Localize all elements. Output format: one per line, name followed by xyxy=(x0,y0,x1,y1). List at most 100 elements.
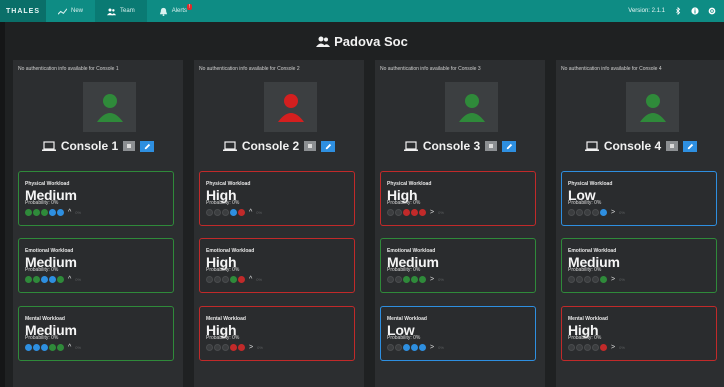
workload-probability: Probability: 0% xyxy=(25,335,59,341)
nav-item-label: Team xyxy=(120,8,135,14)
console-stop-button[interactable] xyxy=(666,141,679,151)
workload-probability: Probability: 0% xyxy=(387,267,421,273)
console-stop-button[interactable] xyxy=(123,141,136,151)
trend-indicator: ^ xyxy=(68,344,72,351)
level-dot xyxy=(584,209,591,216)
level-dot xyxy=(49,344,56,351)
auth-note: No authentication info available for Con… xyxy=(18,66,119,72)
level-indicator: >0% xyxy=(206,344,263,351)
level-dot xyxy=(403,276,410,283)
level-dot xyxy=(214,344,221,351)
trend-value: 0% xyxy=(438,210,444,215)
workload-card-emotional[interactable]: Emotional Workload Medium Probability: 0… xyxy=(561,238,717,293)
level-dot xyxy=(387,209,394,216)
level-dot xyxy=(600,344,607,351)
console-panel: No authentication info available for Con… xyxy=(194,60,364,387)
console-name: Console 3 xyxy=(422,139,481,153)
workload-card-mental[interactable]: Mental Workload High Probability: 0% >0% xyxy=(199,306,355,361)
version-label: Version: 2.1.1 xyxy=(628,8,665,14)
trend-indicator: > xyxy=(430,344,435,351)
trend-indicator: ^ xyxy=(249,276,253,283)
edit-icon xyxy=(144,143,150,149)
console-edit-button[interactable] xyxy=(502,140,517,152)
laptop-icon xyxy=(222,141,237,151)
level-dot xyxy=(214,276,221,283)
level-dot xyxy=(584,276,591,283)
bluetooth-icon[interactable] xyxy=(674,7,682,15)
level-dot xyxy=(57,344,64,351)
workload-probability: Probability: 0% xyxy=(568,267,602,273)
trend-indicator: ^ xyxy=(68,209,72,216)
console-stop-button[interactable] xyxy=(485,141,498,151)
workload-probability: Probability: 0% xyxy=(206,335,240,341)
workload-probability: Probability: 0% xyxy=(568,200,602,206)
level-dot xyxy=(419,209,426,216)
edit-icon xyxy=(506,143,512,149)
nav-item-label: New xyxy=(71,8,84,14)
workload-card-mental[interactable]: Mental Workload High Probability: 0% >0% xyxy=(561,306,717,361)
nav-item-alerts[interactable]: Alerts ! xyxy=(147,0,205,22)
workload-card-emotional[interactable]: Emotional Workload Medium Probability: 0… xyxy=(380,238,536,293)
level-indicator: ^ 0% xyxy=(25,344,81,351)
page-title: Padova Soc xyxy=(0,34,724,49)
trend-indicator: > xyxy=(611,209,616,216)
level-dot xyxy=(222,209,229,216)
trend-value: 0% xyxy=(257,345,263,350)
brand-logo: THALES xyxy=(0,0,46,22)
console-panel: No authentication info available for Con… xyxy=(375,60,545,387)
console-edit-button[interactable] xyxy=(140,140,155,152)
nav-item-label: Alerts xyxy=(171,8,188,14)
workload-card-emotional[interactable]: Emotional Workload Medium Probability: 0… xyxy=(18,238,174,293)
console-stop-button[interactable] xyxy=(304,141,317,151)
console-name: Console 1 xyxy=(60,139,119,153)
workload-card-physical[interactable]: Physical Workload High Probability: 0% >… xyxy=(380,171,536,226)
workload-probability: Probability: 0% xyxy=(206,200,240,206)
level-dot xyxy=(214,209,221,216)
level-dot xyxy=(25,209,32,216)
workload-card-emotional[interactable]: Emotional Workload High Probability: 0% … xyxy=(199,238,355,293)
console-panel: No authentication info available for Con… xyxy=(556,60,724,387)
level-dot xyxy=(600,209,607,216)
brand-text: THALES xyxy=(6,7,40,15)
console-name: Console 2 xyxy=(241,139,300,153)
level-indicator: >0% xyxy=(568,344,625,351)
level-dot xyxy=(576,209,583,216)
chart-icon xyxy=(58,7,67,15)
workload-card-mental[interactable]: Mental Workload Low Probability: 0% >0% xyxy=(380,306,536,361)
page-title-text: Padova Soc xyxy=(334,34,408,49)
trend-indicator: > xyxy=(430,276,435,283)
level-dot xyxy=(592,276,599,283)
workload-card-mental[interactable]: Mental Workload Medium Probability: 0% ^… xyxy=(18,306,174,361)
workload-card-physical[interactable]: Physical Workload Low Probability: 0% >0… xyxy=(561,171,717,226)
console-panel: No authentication info available for Con… xyxy=(13,60,183,387)
trend-value: 0% xyxy=(256,210,263,215)
avatar xyxy=(445,82,498,132)
info-icon[interactable] xyxy=(691,7,699,15)
user-icon xyxy=(458,94,485,122)
console-edit-button[interactable] xyxy=(683,140,698,152)
nav-item-new[interactable]: New xyxy=(46,0,95,22)
workload-probability: Probability: 0% xyxy=(25,267,59,273)
trend-value: 0% xyxy=(619,277,625,282)
level-dot xyxy=(222,276,229,283)
workload-card-physical[interactable]: Physical Workload Medium Probability: 0%… xyxy=(18,171,174,226)
trend-indicator: > xyxy=(611,344,616,351)
level-dot xyxy=(411,276,418,283)
edit-icon xyxy=(687,143,693,149)
side-strip xyxy=(0,22,5,387)
level-dot xyxy=(222,344,229,351)
level-dot xyxy=(33,276,40,283)
level-dot xyxy=(33,209,40,216)
workload-card-physical[interactable]: Physical Workload High Probability: 0% ^… xyxy=(199,171,355,226)
console-edit-button[interactable] xyxy=(321,140,336,152)
level-dot xyxy=(387,344,394,351)
nav-item-team[interactable]: Team xyxy=(95,0,147,22)
alert-badge: ! xyxy=(187,4,193,10)
settings-icon[interactable] xyxy=(708,7,716,15)
trend-value: 0% xyxy=(256,277,263,282)
level-dot xyxy=(57,209,64,216)
workload-probability: Probability: 0% xyxy=(206,267,240,273)
trend-value: 0% xyxy=(75,277,82,282)
user-icon xyxy=(639,94,666,122)
workload-probability: Probability: 0% xyxy=(25,200,59,206)
